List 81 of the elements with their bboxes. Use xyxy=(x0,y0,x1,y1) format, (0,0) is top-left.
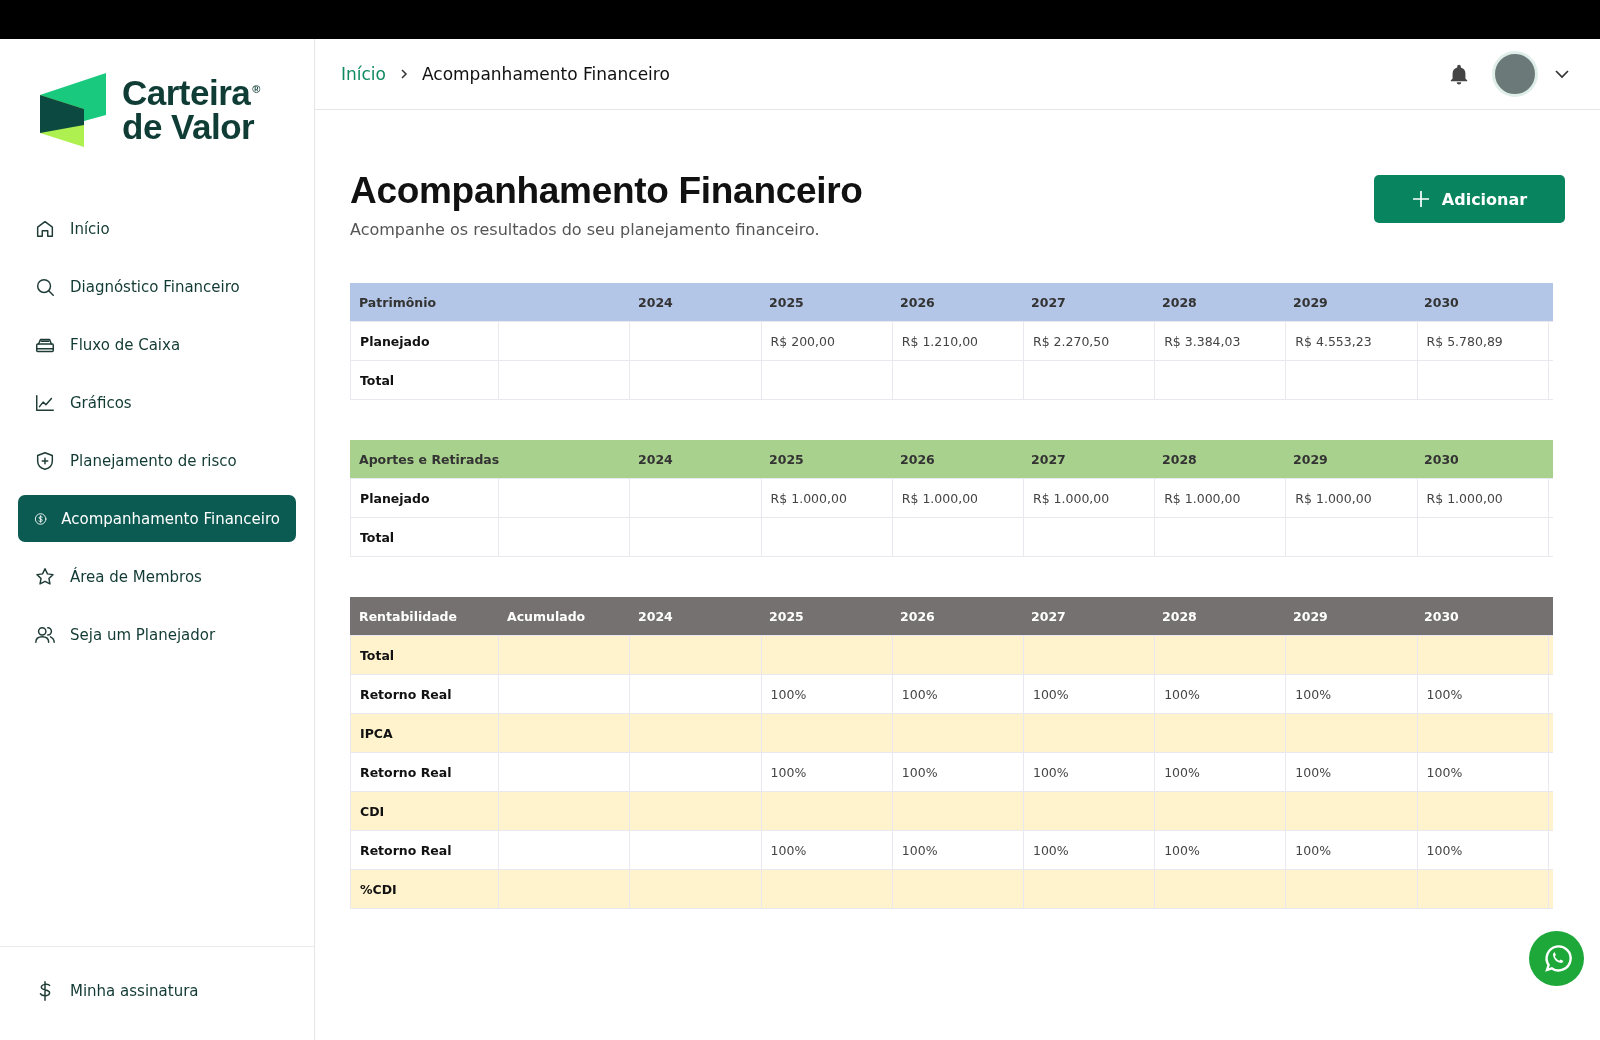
table-cell: R$ 5.780,89 xyxy=(1426,333,1503,349)
table-cell: 100% xyxy=(1032,686,1069,702)
column-header: 2025 xyxy=(769,608,804,624)
table-cell: R$ 1.000,00 xyxy=(1032,490,1110,506)
table-cell: R$ 200,00 xyxy=(770,333,835,349)
column-header: 2027 xyxy=(1031,608,1066,624)
table-cell: 100% xyxy=(1032,842,1069,858)
breadcrumb-current: Acompanhamento Financeiro xyxy=(422,64,670,84)
column-header: 2025 xyxy=(769,451,804,467)
table-cell: 100% xyxy=(1295,842,1332,858)
column-header: 2028 xyxy=(1162,451,1197,467)
column-header: Rentabilidade xyxy=(359,608,458,624)
table-cell: 100% xyxy=(901,842,938,858)
column-header: 2030 xyxy=(1424,608,1459,624)
table-cell: R$ 1.000,00 xyxy=(1426,490,1503,506)
table-cell: 100% xyxy=(1032,764,1069,780)
table-cell: R$ 1.000,00 xyxy=(770,490,847,506)
column-header: 2026 xyxy=(900,608,935,624)
logo-text: Carteira$^{®}$ de Valor xyxy=(122,76,260,144)
table-cell: IPCA xyxy=(360,725,393,741)
table-cell: R$ 1.000,00 xyxy=(901,490,979,506)
table-cell: R$ 2.270,50 xyxy=(1032,333,1110,349)
table-cell: 100% xyxy=(1295,686,1332,702)
table-cell: 100% xyxy=(770,686,807,702)
sidebar-item[interactable]: Início xyxy=(18,205,296,252)
column-header: 2030 xyxy=(1424,294,1459,310)
table-cell: 100% xyxy=(770,842,807,858)
table-cell: 100% xyxy=(770,764,807,780)
column-header: 2024 xyxy=(638,451,673,467)
table-cell: R$ 1.000,00 xyxy=(1164,490,1241,506)
table-cell: Total xyxy=(360,372,395,388)
column-header: 2027 xyxy=(1031,294,1066,310)
column-header: 2028 xyxy=(1162,608,1197,624)
column-header: 2028 xyxy=(1162,294,1197,310)
table-cell: 100% xyxy=(1426,842,1463,858)
column-header: Patrimônio xyxy=(359,294,437,310)
table-cell: Total xyxy=(360,529,395,545)
column-header: 2024 xyxy=(638,608,673,624)
column-header: 2029 xyxy=(1293,608,1328,624)
column-header: 2030 xyxy=(1424,451,1459,467)
sidebar-item[interactable]: Fluxo de Caixa xyxy=(18,321,296,368)
table-cell: R$ 1.000,00 xyxy=(1295,490,1372,506)
sidebar-item[interactable]: Gráficos xyxy=(18,379,296,426)
column-header: 2025 xyxy=(769,294,804,310)
table-cell: Retorno Real xyxy=(360,764,452,780)
table-cell: 100% xyxy=(1164,686,1200,702)
table-cell: 100% xyxy=(1164,764,1200,780)
column-header: 2026 xyxy=(900,294,935,310)
column-header: 2024 xyxy=(638,294,673,310)
table-cell: 100% xyxy=(1426,686,1463,702)
column-header: 2029 xyxy=(1293,294,1328,310)
sidebar-item[interactable]: Planejamento de risco xyxy=(18,437,296,484)
column-header: Aportes e Retiradas xyxy=(359,451,500,467)
table-cell: Retorno Real xyxy=(360,842,452,858)
table-cell: Planejado xyxy=(360,333,430,349)
table-cell: 100% xyxy=(1295,764,1332,780)
sidebar-item[interactable]: Área de Membros xyxy=(18,553,296,600)
table-cell: R$ 3.384,03 xyxy=(1164,333,1241,349)
sidebar-item[interactable]: Seja um Planejador xyxy=(18,611,296,658)
column-header: 2029 xyxy=(1293,451,1328,467)
column-header: 2027 xyxy=(1031,451,1066,467)
table-cell: R$ 4.553,23 xyxy=(1295,333,1372,349)
table-cell: 100% xyxy=(1426,764,1463,780)
sidebar-item[interactable]: Acompanhamento Financeiro xyxy=(18,495,296,542)
column-header: Acumulado xyxy=(507,608,586,624)
breadcrumb-link[interactable]: Início xyxy=(341,64,386,84)
sidebar-item[interactable]: Minha assinatura xyxy=(18,967,296,1014)
table-cell: 100% xyxy=(901,764,938,780)
column-header: 2026 xyxy=(900,451,935,467)
table-cell: Planejado xyxy=(360,490,430,506)
table-cell: %CDI xyxy=(360,881,397,897)
table-cell: CDI xyxy=(360,803,385,819)
sidebar-item[interactable]: Diagnóstico Financeiro xyxy=(18,263,296,310)
page-subtitle: Acompanhe os resultados do seu planejamento financeiro. xyxy=(350,220,821,239)
page-title: Acompanhamento Financeiro xyxy=(350,170,863,212)
table-cell: R$ 1.210,00 xyxy=(901,333,979,349)
add-button[interactable]: Adicionar xyxy=(1374,175,1565,223)
table-cell: 100% xyxy=(901,686,938,702)
table-cell: Retorno Real xyxy=(360,686,452,702)
table-cell: 100% xyxy=(1164,842,1200,858)
table-cell: Total xyxy=(360,647,395,663)
